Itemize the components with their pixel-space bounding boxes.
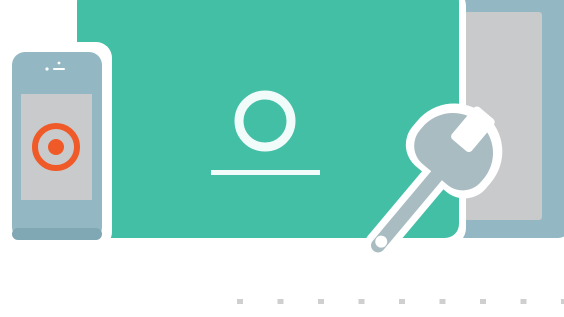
pager-dot[interactable] bbox=[277, 299, 284, 304]
illustration-canvas bbox=[0, 0, 564, 317]
pager-dot[interactable] bbox=[318, 299, 324, 304]
pager-dot[interactable] bbox=[237, 299, 243, 304]
pager-dot[interactable] bbox=[399, 299, 405, 304]
pager-dot[interactable] bbox=[480, 299, 486, 304]
devices-illustration bbox=[4, 0, 564, 304]
pager-dot[interactable] bbox=[520, 299, 527, 304]
pager-dots bbox=[237, 299, 564, 304]
pager-dot[interactable] bbox=[358, 299, 365, 304]
smartphone-icon bbox=[4, 42, 112, 248]
pager-dot[interactable] bbox=[439, 299, 446, 304]
